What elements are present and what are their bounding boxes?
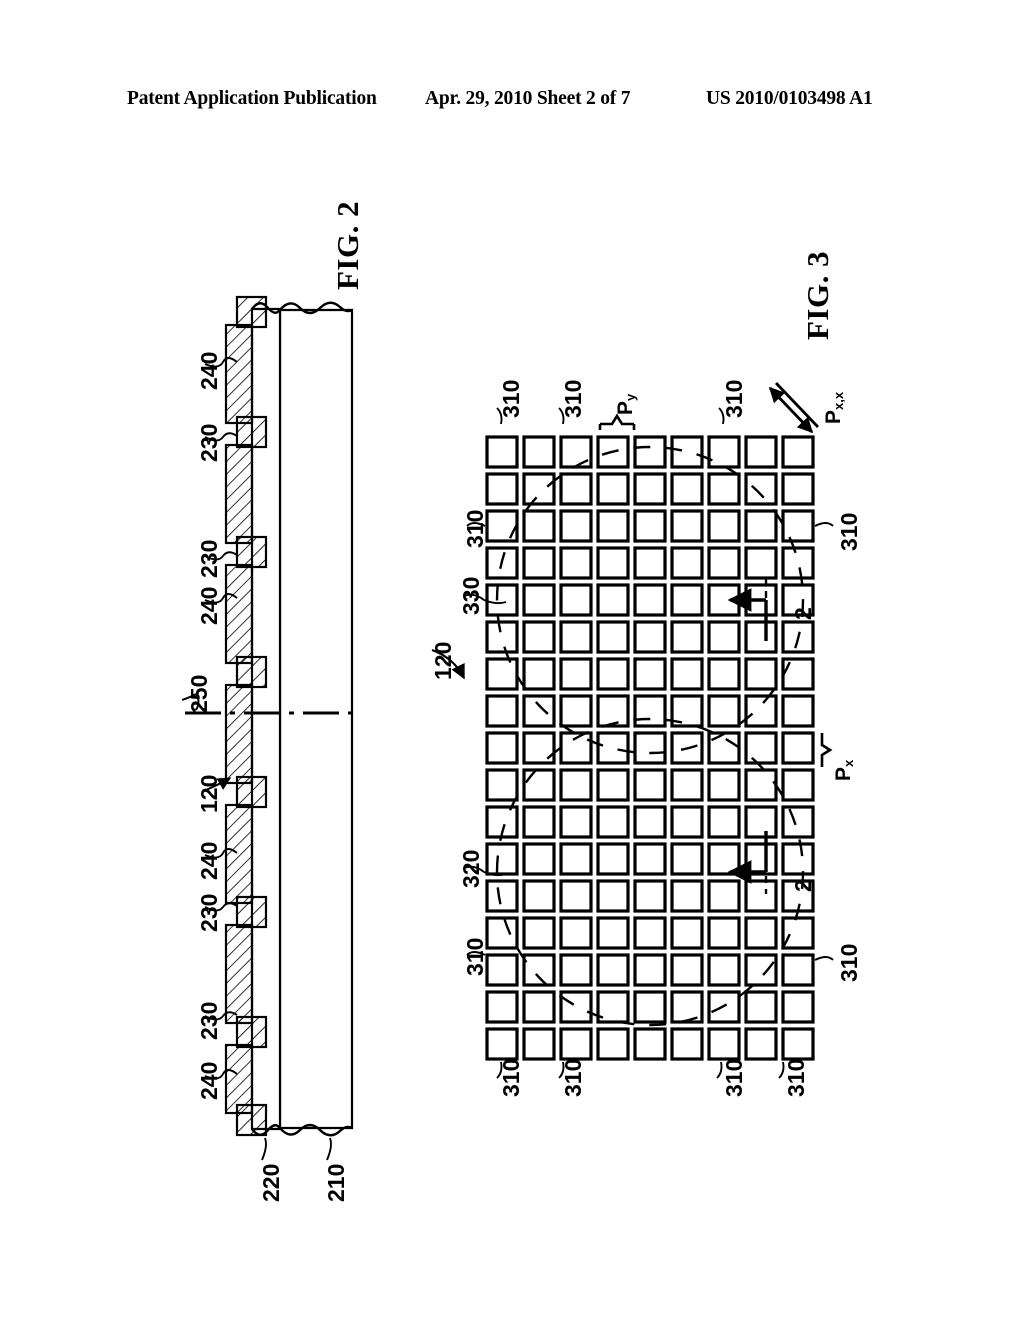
substrate-210	[278, 301, 354, 1137]
fig2-ref-240-b: 240	[196, 586, 222, 625]
fig3-ref-310-right-2: 310	[836, 943, 862, 982]
figure-3-group	[431, 382, 834, 1079]
pitch-pxx-subscript: x,x	[831, 391, 846, 410]
pitch-label-pxx: Px,x	[822, 392, 846, 424]
fig3-ref-310-bot-1: 310	[498, 1058, 524, 1097]
section-mark-2-lower	[727, 831, 768, 894]
under-bump-metallization-230	[235, 295, 268, 1137]
bump-pad-grid-310	[485, 435, 815, 1061]
publication-number: US 2010/0103498 A1	[706, 88, 873, 109]
fig3-ref-310-top-3: 310	[721, 379, 747, 418]
fig2-ref-210: 210	[323, 1163, 349, 1202]
page-header: Patent Application Publication Apr. 29, …	[0, 88, 1024, 118]
fig3-ref-120: 120	[430, 641, 456, 680]
pitch-label-px: Px	[832, 760, 856, 781]
figure-3-label: FIG. 3	[800, 250, 835, 340]
figure-2-label: FIG. 2	[330, 200, 365, 290]
fig2-ref-250: 250	[186, 674, 212, 713]
fig3-ref-330: 330	[458, 576, 484, 615]
fig3-ref-310-right-1: 310	[836, 512, 862, 551]
fig2-ref-240-c: 240	[196, 841, 222, 880]
pitch-pxx-symbol: P	[822, 409, 845, 424]
fig2-ref-120: 120	[196, 774, 222, 813]
fig3-ref-310-bot-3: 310	[721, 1058, 747, 1097]
bump-stack-array	[224, 295, 268, 1137]
fig2-ref-220: 220	[258, 1163, 284, 1202]
pitch-py-symbol: P	[614, 400, 637, 415]
pitch-py-subscript: y	[623, 393, 638, 401]
pitch-label-py: Py	[614, 394, 638, 415]
fig3-ref-310-top-1: 310	[498, 379, 524, 418]
fig3-leader-lines	[463, 407, 834, 1079]
fig3-ref-310-left-2: 310	[462, 937, 488, 976]
pitch-px-symbol: P	[832, 766, 855, 781]
fig2-ref-230-b: 230	[196, 539, 222, 578]
fig2-ref-230-a: 230	[196, 423, 222, 462]
fig2-ref-230-d: 230	[196, 1001, 222, 1040]
publication-date-sheet: Apr. 29, 2010 Sheet 2 of 7	[425, 88, 631, 109]
dashed-circle-330	[495, 445, 805, 755]
fig2-ref-240-a: 240	[196, 351, 222, 390]
section-label-2-upper: 2	[790, 607, 816, 620]
dielectric-layer-220	[250, 302, 282, 1136]
section-label-2-lower: 2	[790, 879, 816, 892]
pitch-indicator-px	[820, 733, 833, 767]
solder-bump-240	[224, 323, 254, 1115]
publication-title: Patent Application Publication	[127, 88, 377, 109]
fig3-ref-310-top-2: 310	[560, 379, 586, 418]
pitch-indicator-pxx	[768, 382, 820, 434]
fig3-ref-310-bot-2: 310	[560, 1058, 586, 1097]
fig3-ref-310-bot-4: 310	[783, 1058, 809, 1097]
fig2-ref-240-d: 240	[196, 1061, 222, 1100]
pitch-indicator-py	[598, 413, 636, 430]
pitch-px-subscript: x	[841, 759, 856, 767]
fig3-ref-320: 320	[458, 849, 484, 888]
patent-drawing-canvas	[181, 295, 834, 1161]
fig2-ref-230-c: 230	[196, 893, 222, 932]
fig3-ref-310-left-1: 310	[462, 509, 488, 548]
section-mark-2-upper	[727, 578, 768, 641]
dashed-circle-320	[495, 717, 805, 1027]
